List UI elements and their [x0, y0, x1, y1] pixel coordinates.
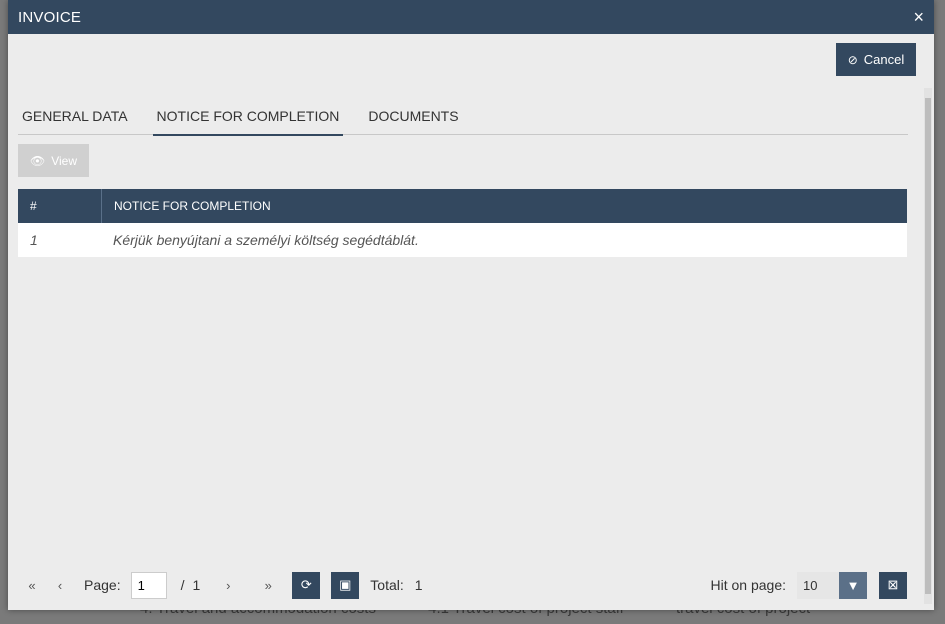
scrollbar-thumb[interactable] [925, 98, 931, 594]
cancel-icon: ⊘ [847, 52, 858, 67]
row-number: 1 [30, 232, 38, 248]
total-pages: 1 [192, 577, 201, 593]
column-header-notice[interactable]: NOTICE FOR COMPLETION [102, 189, 907, 223]
row-notice-text: Kérjük benyújtani a személyi költség seg… [113, 232, 419, 248]
invoice-modal: INVOICE × ⊘ Cancel GENERAL DATA NOTICE F… [8, 0, 934, 610]
eye-icon: 👁 [29, 153, 46, 168]
pager: « ‹ Page: / 1 › » ⟳ ▣ Total: 1 Hit on pa… [18, 564, 907, 606]
tab-documents[interactable]: DOCUMENTS [364, 102, 462, 134]
refresh-button[interactable]: ⟳ [292, 571, 321, 599]
tab-notice-for-completion[interactable]: NOTICE FOR COMPLETION [152, 102, 344, 136]
view-button[interactable]: 👁 View [18, 144, 89, 177]
notice-grid: # NOTICE FOR COMPLETION 1 Kérjük benyújt… [18, 189, 907, 561]
page-separator: / [180, 577, 185, 593]
modal-header: INVOICE × [8, 0, 934, 34]
modal-content: ⊘ Cancel GENERAL DATA NOTICE FOR COMPLET… [8, 34, 934, 610]
hit-on-page-label: Hit on page: [710, 577, 787, 593]
prev-page-button[interactable]: ‹ [46, 578, 74, 593]
cancel-button[interactable]: ⊘ Cancel [836, 43, 916, 76]
total-label: Total: [370, 577, 404, 593]
hit-on-page-value: 10 [797, 571, 839, 599]
excel-icon: ⊠ [887, 577, 899, 592]
cancel-label: Cancel [863, 52, 905, 67]
last-page-button[interactable]: » [254, 578, 282, 593]
save-icon: ▣ [339, 577, 352, 592]
hit-on-page-select[interactable]: 10 ▼ [797, 571, 867, 599]
first-page-button[interactable]: « [18, 578, 46, 593]
grid-header: # NOTICE FOR COMPLETION [18, 189, 907, 223]
next-page-button[interactable]: › [214, 578, 242, 593]
table-row[interactable]: 1 Kérjük benyújtani a személyi költség s… [18, 223, 907, 257]
export-excel-button[interactable]: ⊠ [879, 571, 907, 599]
save-button[interactable]: ▣ [331, 571, 360, 599]
refresh-icon: ⟳ [300, 577, 312, 592]
scrollbar[interactable] [924, 88, 932, 604]
view-label: View [51, 153, 78, 168]
close-icon[interactable]: × [913, 8, 924, 26]
total-value: 1 [414, 577, 423, 593]
page-label: Page: [84, 577, 121, 593]
page-number-input[interactable] [130, 571, 167, 599]
tab-bar: GENERAL DATA NOTICE FOR COMPLETION DOCUM… [18, 102, 908, 136]
column-header-number[interactable]: # [18, 189, 102, 223]
tab-general-data[interactable]: GENERAL DATA [18, 102, 132, 134]
modal-title: INVOICE [18, 8, 82, 26]
chevron-down-icon[interactable]: ▼ [839, 571, 867, 599]
